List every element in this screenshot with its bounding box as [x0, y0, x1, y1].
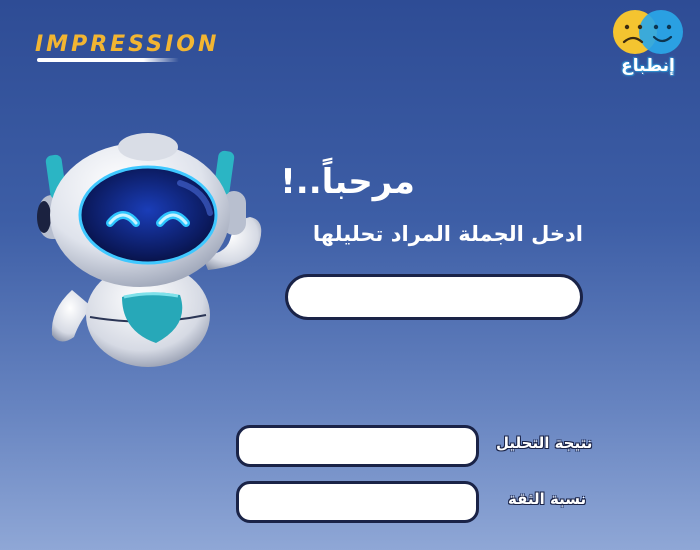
app-logo-name: إنطباع: [621, 56, 675, 76]
logo-underline: [37, 58, 179, 62]
app-logo: إنطباع: [610, 8, 686, 88]
sad-happy-faces-icon: [613, 10, 683, 54]
analysis-result-label: نتيجة التحليل: [496, 434, 593, 452]
analysis-result-field[interactable]: [236, 425, 479, 467]
confidence-field[interactable]: [236, 481, 479, 523]
confidence-label: نسبة الثقة: [508, 490, 587, 508]
impression-logo-text: IMPRESSION: [35, 32, 220, 57]
sentence-input[interactable]: [285, 274, 583, 320]
sentence-prompt-label: ادخل الجملة المراد تحليلها: [312, 222, 583, 246]
robot-mascot-icon: [37, 133, 262, 367]
impression-logo: IMPRESSION: [35, 30, 220, 66]
welcome-title: مرحباً..!: [280, 162, 415, 202]
